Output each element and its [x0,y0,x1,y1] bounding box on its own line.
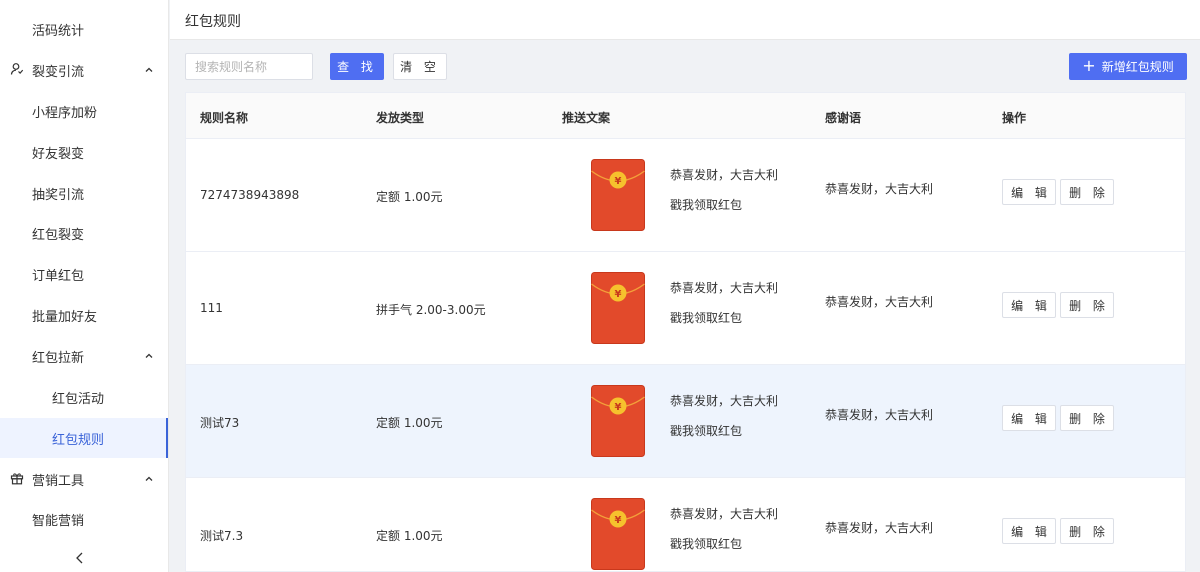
push-copy-line2: 戳我领取红包 [670,198,743,212]
column-header-actions: 操作 [1002,111,1027,125]
find-button[interactable]: 查 找 [330,53,384,80]
sidebar-item-label: 抽奖引流 [32,187,85,203]
header-bar: 红包规则 [170,0,1200,40]
distribution-type: 定额 1.00元 [376,416,443,430]
sidebar-item-qrcode-stats[interactable]: 活码统计 [0,9,168,49]
table-row: 测试73 定额 1.00元 ¥ 恭喜发财，大吉大利 戳我领取红包 恭喜发财，大吉… [186,365,1185,478]
sidebar-item-label: 活码统计 [32,23,85,39]
red-envelope-icon: ¥ [591,385,645,457]
add-redpacket-rule-button[interactable]: + 新增红包规则 [1069,53,1187,80]
yen-symbol: ¥ [615,289,622,300]
distribution-type: 拼手气 2.00-3.00元 [376,303,486,317]
sidebar-item-label: 红包裂变 [32,227,85,243]
distribution-type: 定额 1.00元 [376,529,443,543]
sidebar-item-label: 智能营销 [32,513,85,529]
sidebar-item-label: 订单红包 [32,268,85,284]
sidebar-item-label: 批量加好友 [32,309,98,325]
red-envelope-icon: ¥ [591,159,645,231]
delete-button[interactable]: 删 除 [1060,405,1114,431]
delete-button[interactable]: 删 除 [1060,292,1114,318]
sidebar-item-label: 红包规则 [52,432,105,448]
table-header: 规则名称 发放类型 推送文案 感谢语 操作 [186,93,1185,139]
sidebar-item-label: 营销工具 [32,473,85,489]
sidebar-item-lottery[interactable]: 抽奖引流 [0,173,168,213]
rule-name: 7274738943898 [200,188,300,202]
chevron-up-icon [145,476,153,481]
push-copy-line1: 恭喜发财，大吉大利 [670,507,779,521]
sidebar-group-marketing-tools[interactable]: 营销工具 [0,459,168,499]
yen-symbol: ¥ [615,515,622,526]
thanks-text: 恭喜发财，大吉大利 [825,521,934,535]
chevron-left-icon[interactable] [70,548,90,568]
push-copy-line1: 恭喜发财，大吉大利 [670,168,779,182]
clear-button[interactable]: 清 空 [393,53,447,80]
thanks-text: 恭喜发财，大吉大利 [825,408,934,422]
red-envelope-icon: ¥ [591,498,645,570]
yen-symbol: ¥ [615,402,622,413]
column-header-type: 发放类型 [376,111,425,125]
sidebar-item-label: 红包拉新 [32,350,85,366]
chevron-up-icon [145,353,153,358]
yen-symbol: ¥ [615,176,622,187]
thanks-text: 恭喜发财，大吉大利 [825,295,934,309]
sidebar-item-friend-fission[interactable]: 好友裂变 [0,132,168,172]
thanks-text: 恭喜发财，大吉大利 [825,182,934,196]
table-row: 7274738943898 定额 1.00元 ¥ 恭喜发财，大吉大利 戳我领取红… [186,139,1185,252]
sidebar-group-fission[interactable]: 裂变引流 [0,50,168,90]
table-row: 测试7.3 定额 1.00元 ¥ 恭喜发财，大吉大利 戳我领取红包 恭喜发财，大… [186,478,1185,571]
sidebar-item-miniprogram[interactable]: 小程序加粉 [0,91,168,131]
sidebar-item-order-redpacket[interactable]: 订单红包 [0,254,168,294]
column-header-copy: 推送文案 [562,111,611,125]
sidebar-item-redpacket-rules[interactable]: 红包规则 [0,418,168,458]
gift-icon [10,473,24,485]
add-button-label: 新增红包规则 [1101,60,1174,74]
sidebar-item-label: 裂变引流 [32,64,85,80]
sidebar: 活码统计 裂变引流 小程序加粉 好友裂变 抽奖引流 红包裂变 订单红包 批量加好… [0,0,169,572]
sidebar-group-redpacket-acquisition[interactable]: 红包拉新 [0,336,168,376]
push-copy-line1: 恭喜发财，大吉大利 [670,281,779,295]
users-icon [10,63,24,75]
search-input[interactable] [185,53,313,80]
rule-name: 测试73 [200,416,240,430]
chevron-up-icon [145,67,153,72]
rule-name: 111 [200,301,223,315]
sidebar-item-label: 好友裂变 [32,146,85,162]
table-row: 111 拼手气 2.00-3.00元 ¥ 恭喜发财，大吉大利 戳我领取红包 恭喜… [186,252,1185,365]
edit-button[interactable]: 编 辑 [1002,292,1056,318]
plus-icon: + [1082,55,1096,75]
delete-button[interactable]: 删 除 [1060,179,1114,205]
distribution-type: 定额 1.00元 [376,190,443,204]
column-header-name: 规则名称 [200,111,249,125]
rule-name: 测试7.3 [200,529,244,543]
delete-button[interactable]: 删 除 [1060,518,1114,544]
sidebar-item-label: 红包活动 [52,391,105,407]
rules-table: 规则名称 发放类型 推送文案 感谢语 操作 7274738943898 定额 1… [185,92,1186,572]
edit-button[interactable]: 编 辑 [1002,405,1056,431]
column-header-thanks: 感谢语 [825,111,862,125]
push-copy-line1: 恭喜发财，大吉大利 [670,394,779,408]
sidebar-item-label: 小程序加粉 [32,105,98,121]
push-copy-line2: 戳我领取红包 [670,311,743,325]
sidebar-item-batch-add-friends[interactable]: 批量加好友 [0,295,168,335]
sidebar-item-smart-marketing[interactable]: 智能营销 [0,499,168,539]
page-title: 红包规则 [185,14,241,30]
edit-button[interactable]: 编 辑 [1002,179,1056,205]
push-copy-line2: 戳我领取红包 [670,424,743,438]
sidebar-item-redpacket-fission[interactable]: 红包裂变 [0,213,168,253]
sidebar-item-redpacket-activity[interactable]: 红包活动 [0,377,168,417]
push-copy-line2: 戳我领取红包 [670,537,743,551]
edit-button[interactable]: 编 辑 [1002,518,1056,544]
red-envelope-icon: ¥ [591,272,645,344]
